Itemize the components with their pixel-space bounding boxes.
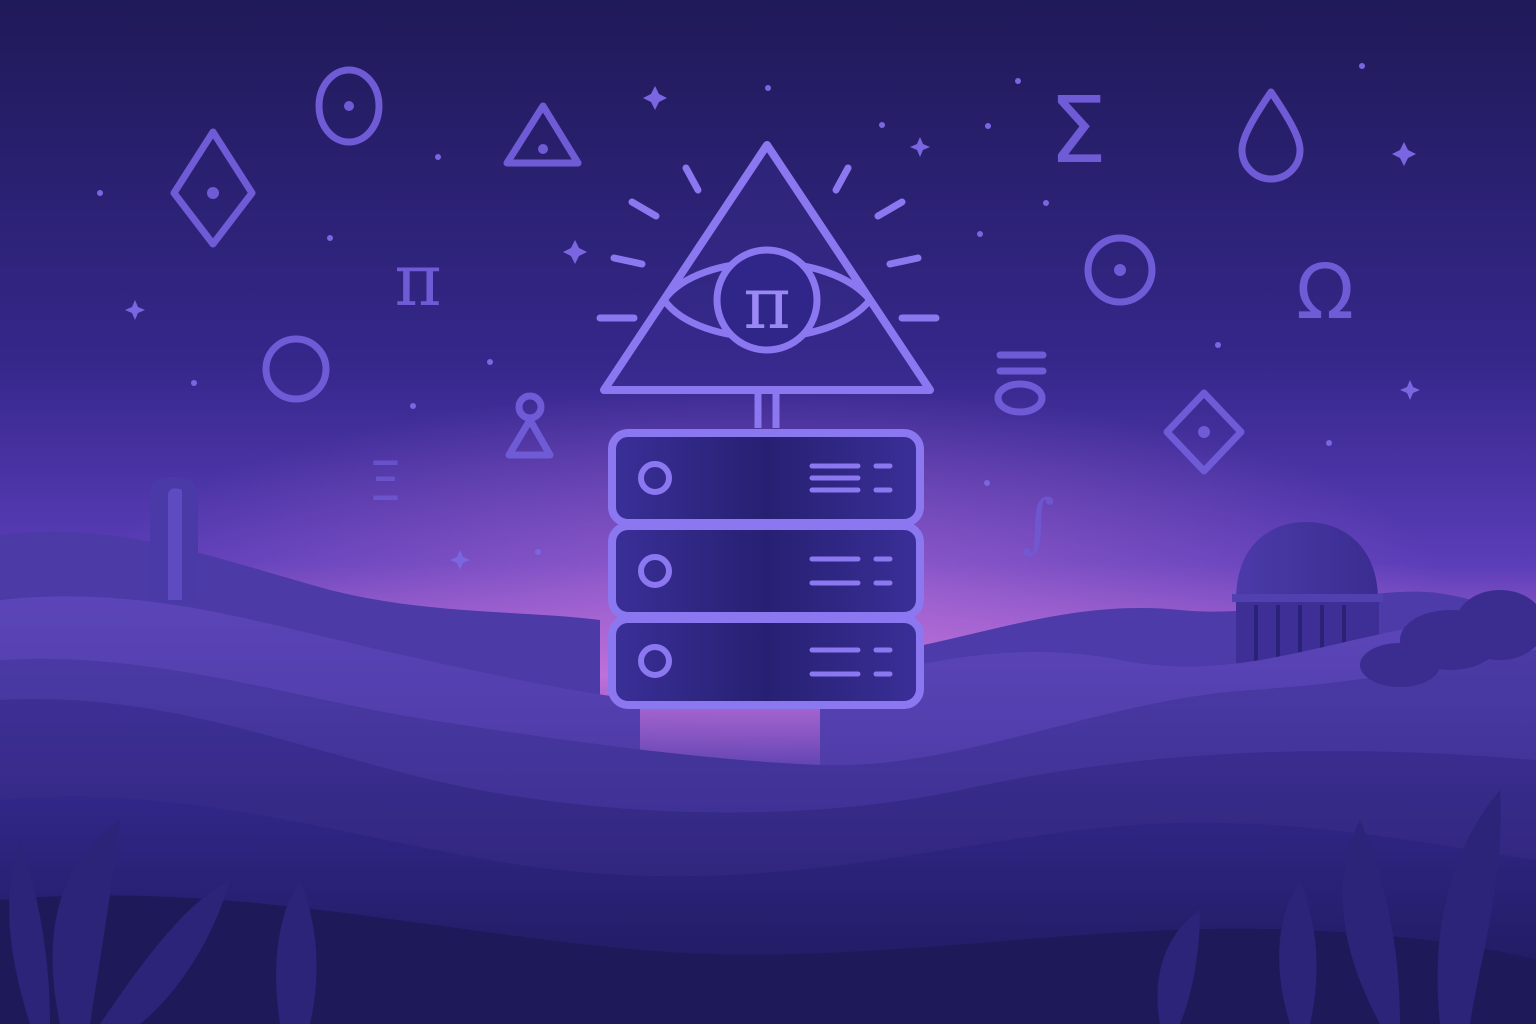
integral-symbol: ∫	[1021, 487, 1054, 561]
xi-symbol: Ξ	[368, 450, 402, 513]
server-unit-2	[608, 522, 924, 620]
emblem-pi-symbol: π	[743, 261, 790, 345]
server-unit-3	[608, 615, 924, 709]
pi-symbol-small: π	[394, 238, 441, 322]
omega-symbol: Ω	[1296, 247, 1354, 336]
server-unit-1	[608, 429, 924, 527]
scene-svg: π Σ Ω Ξ ∫ π	[0, 0, 1536, 1024]
server-stack	[608, 429, 924, 709]
monolith-pillar	[150, 477, 198, 605]
sigma-symbol: Σ	[1049, 77, 1107, 184]
illustration-scene: π Σ Ω Ξ ∫ π	[0, 0, 1536, 1024]
